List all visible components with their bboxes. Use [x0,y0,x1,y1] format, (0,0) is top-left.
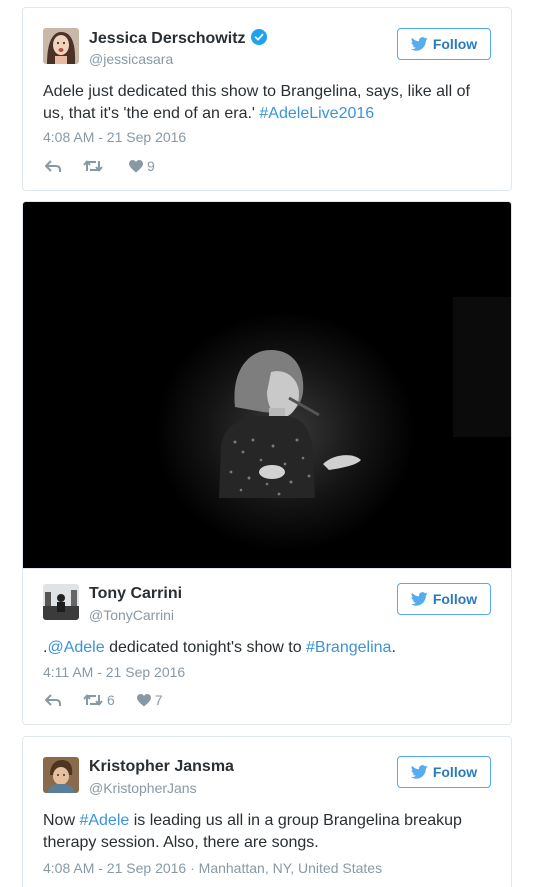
hashtag-link[interactable]: #Adele [79,812,129,829]
tweet-actions: 6 7 [45,692,163,708]
location[interactable]: · Manhattan, NY, United States [186,860,382,876]
author-handle[interactable]: @jessicasara [89,51,173,67]
reply-button[interactable] [45,693,61,707]
follow-button[interactable]: Follow [397,28,491,60]
reply-icon [45,160,61,172]
retweet-button[interactable] [83,159,107,173]
heart-icon [136,693,151,706]
tweet-actions: 9 [45,158,155,174]
tweet-text: .@Adele dedicated tonight's show to #Bra… [43,639,396,656]
hashtag-link[interactable]: #Brangelina [306,639,391,656]
retweet-button[interactable]: 6 [83,692,115,708]
avatar[interactable] [43,757,79,793]
like-button[interactable]: 7 [136,692,163,708]
mention-link[interactable]: @Adele [47,639,104,656]
tweet-card-2: Tony Carrini @TonyCarrini Follow .@Adele… [22,201,512,725]
author-handle[interactable]: @TonyCarrini [89,607,174,623]
verified-badge-icon [250,29,267,45]
author-name[interactable]: Tony Carrini [89,585,182,603]
heart-icon [129,159,143,172]
author-name[interactable]: Kristopher Jansma [89,758,234,776]
tweet-card-3: Kristopher Jansma @KristopherJans Follow… [22,736,512,887]
retweet-icon [83,160,103,172]
concert-photo [23,202,511,568]
timestamp[interactable]: 4:08 AM - 21 Sep 2016 [43,860,186,876]
tweet-card-1: Jessica Derschowitz @jessicasara Follow … [22,7,512,191]
bird-icon [410,765,428,779]
follow-button[interactable]: Follow [397,756,491,788]
avatar[interactable] [43,28,79,64]
bird-icon [410,592,428,606]
reply-button[interactable] [45,159,61,173]
follow-button[interactable]: Follow [397,583,491,615]
timestamp-location: 4:08 AM - 21 Sep 2016 · Manhattan, NY, U… [43,860,382,876]
author-name[interactable]: Jessica Derschowitz [89,29,267,48]
like-button[interactable]: 9 [129,158,155,174]
tweet-text: Adele just dedicated this show to Brange… [43,83,470,122]
media-divider [23,568,511,569]
timestamp[interactable]: 4:08 AM - 21 Sep 2016 [43,129,186,145]
retweet-icon [83,694,103,706]
reply-icon [45,694,61,706]
hashtag-link[interactable]: #AdeleLive2016 [259,105,374,122]
author-handle[interactable]: @KristopherJans [89,780,197,796]
timestamp[interactable]: 4:11 AM - 21 Sep 2016 [43,664,185,680]
tweet-text: Now #Adele is leading us all in a group … [43,812,462,851]
bird-icon [410,37,428,51]
avatar[interactable] [43,584,79,620]
tweet-photo[interactable] [23,202,511,568]
